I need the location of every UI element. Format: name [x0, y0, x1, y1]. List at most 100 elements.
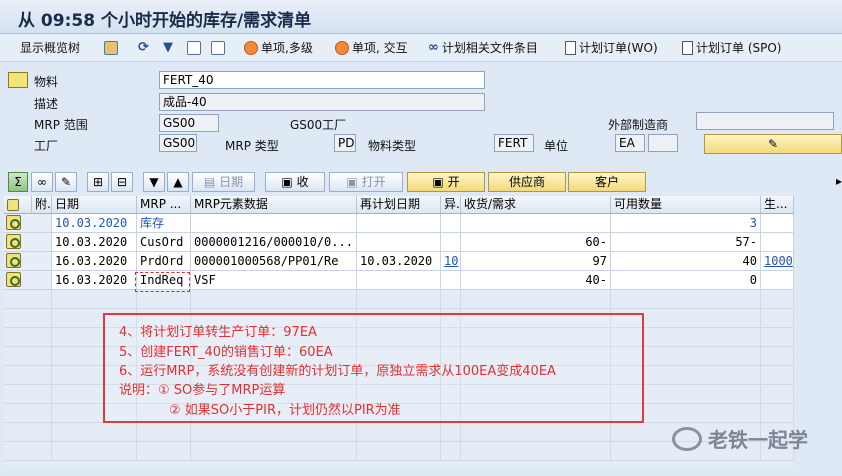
empty-grid-cell	[761, 404, 794, 423]
glasses-icon[interactable]: ∞	[31, 172, 53, 192]
order-icon: ▣	[432, 175, 448, 189]
mrp-element-data-cell: VSF	[191, 271, 357, 290]
empty-grid-cell	[4, 347, 52, 366]
exception-link[interactable]: 10	[441, 252, 461, 271]
column-header-mrp-element-data[interactable]: MRP元素数据	[191, 196, 357, 214]
mountain-icon[interactable]	[104, 39, 118, 57]
watermark: 老铁一起学	[672, 424, 808, 453]
row-detail-icon	[6, 253, 21, 268]
empty-grid-cell	[761, 309, 794, 328]
table-row[interactable]: 16.03.2020 PrdOrd 000001000568/PP01/Re 1…	[4, 252, 794, 271]
receipt-requirement-cell	[461, 214, 611, 233]
export-icon[interactable]	[211, 39, 225, 57]
show-overview-tree-button[interactable]: 显示概览树	[20, 39, 80, 57]
show-overview-tree-label: 显示概览树	[20, 41, 81, 55]
single-multi-button[interactable]: 单项,多级	[244, 39, 313, 57]
filter-icon[interactable]: ▼	[163, 39, 173, 57]
empty-grid-cell	[441, 423, 461, 442]
empty-grid-cell	[4, 442, 52, 461]
empty-grid-cell	[52, 423, 137, 442]
annotation-line-1: 4、将计划订单转生产订单：97EA	[119, 325, 317, 340]
customer-button[interactable]: 客户	[568, 172, 646, 192]
grid-toolbar: Σ ∞ ✎ ⊞ ⊟ ▼ ▲ ▤ 日期 ▣ 收 ▣ 打开 ▣ 开 供应商 客户	[0, 170, 842, 194]
planned-order-wo-button[interactable]: 计划订单(WO)	[565, 39, 658, 57]
planned-order-spo-label: 计划订单 (SPO)	[696, 41, 782, 55]
column-header-attach-text[interactable]: 附.	[32, 196, 52, 214]
column-header-exception[interactable]: 异.	[441, 196, 461, 214]
row-icon-cell[interactable]	[4, 233, 52, 252]
table-row[interactable]: 10.03.2020 CusOrd 0000001216/000010/0...…	[4, 233, 794, 252]
empty-grid-cell	[611, 290, 761, 309]
application-toolbar: 显示概览树 ⟳ ▼ 单项,多级 单项, 交互 ∞ 计划相关文件条目 计划订单(W…	[0, 34, 842, 62]
date-cell: 16.03.2020	[52, 252, 137, 271]
row-icon-cell[interactable]	[4, 252, 52, 271]
planned-order-spo-button[interactable]: 计划订单 (SPO)	[682, 39, 781, 57]
replan-date-cell	[357, 214, 441, 233]
collect-button[interactable]: ▣ 收	[265, 172, 325, 192]
empty-grid-cell	[761, 328, 794, 347]
column-header-attach[interactable]	[4, 196, 32, 214]
pencil-icon[interactable]: ✎	[55, 172, 77, 192]
receipt-requirement-cell: 97	[461, 252, 611, 271]
open-button[interactable]: ▣ 打开	[329, 172, 403, 192]
edit-pencil-button[interactable]: ✎	[704, 134, 842, 154]
refresh-icon[interactable]: ⟳	[138, 39, 149, 57]
empty-grid-cell	[461, 290, 611, 309]
replan-date-cell	[357, 271, 441, 290]
available-qty-cell: 57-	[611, 233, 761, 252]
arrow-up-icon[interactable]: ▲	[167, 172, 189, 192]
mrp-area-label: MRP 范围	[34, 118, 88, 132]
mrp-type-field: PD	[334, 134, 356, 152]
mrp-element-data-cell: 000001000568/PP01/Re	[191, 252, 357, 271]
empty-grid-cell	[4, 385, 52, 404]
planned-order-wo-label: 计划订单(WO)	[579, 41, 658, 55]
single-multi-label: 单项,多级	[261, 41, 313, 55]
plant-label: 工厂	[34, 139, 59, 153]
date-button[interactable]: ▤ 日期	[192, 172, 255, 192]
item-multi-icon	[244, 41, 258, 55]
table-row[interactable]: 16.03.2020 IndReq VSF 40- 0	[4, 271, 794, 290]
production-link[interactable]: 1000	[761, 252, 794, 271]
description-label: 描述	[34, 97, 59, 111]
material-type-field: FERT	[494, 134, 534, 152]
table-row[interactable]: 10.03.2020 库存 3	[4, 214, 794, 233]
receipt-requirement-cell: 60-	[461, 233, 611, 252]
material-field[interactable]: FERT_40	[159, 71, 485, 89]
calendar-icon: ▤	[203, 175, 220, 189]
empty-grid-cell	[191, 442, 357, 461]
column-header-mrp-element[interactable]: MRP ...	[137, 196, 191, 214]
exception-cell	[441, 214, 461, 233]
column-header-production[interactable]: 生...	[761, 196, 794, 214]
column-header-receipt-requirement[interactable]: 收货/需求	[461, 196, 611, 214]
collapse-icon[interactable]: ⊟	[111, 172, 133, 192]
selection-marker	[135, 272, 190, 292]
row-icon-cell[interactable]	[4, 214, 52, 233]
expand-icon[interactable]: ⊞	[87, 172, 109, 192]
arrow-down-icon[interactable]: ▼	[143, 172, 165, 192]
unit-field: EA	[615, 134, 645, 152]
open2-button-label: 开	[447, 175, 460, 189]
empty-grid-cell	[761, 385, 794, 404]
sum-icon[interactable]: Σ	[8, 172, 28, 192]
single-interactive-button[interactable]: 单项, 交互	[335, 39, 408, 57]
column-header-date[interactable]: 日期	[52, 196, 137, 214]
empty-grid-cell	[461, 423, 611, 442]
empty-grid-cell	[4, 328, 52, 347]
column-header-available-qty[interactable]: 可用数量	[611, 196, 761, 214]
material-object-icon[interactable]	[8, 72, 28, 88]
plan-related-files-button[interactable]: ∞ 计划相关文件条目	[428, 39, 538, 57]
material-type-label: 物料类型	[368, 139, 417, 153]
open-button-label: 打开	[361, 175, 386, 189]
find-icon[interactable]	[187, 39, 201, 57]
vendor-button[interactable]: 供应商	[488, 172, 566, 192]
open-icon: ▣	[346, 175, 362, 189]
column-header-replan-date[interactable]: 再计划日期	[357, 196, 441, 214]
available-qty-cell: 3	[611, 214, 761, 233]
empty-grid-cell	[4, 366, 52, 385]
replan-date-cell	[357, 233, 441, 252]
external-manufacturer-label: 外部制造商	[608, 118, 669, 132]
row-icon-cell[interactable]	[4, 271, 52, 290]
mrp-element-data-cell: 0000001216/000010/0...	[191, 233, 357, 252]
annotation-line-5: ② 如果SO小于PIR，计划仍然以PIR为准	[169, 403, 401, 418]
open2-button[interactable]: ▣ 开	[407, 172, 485, 192]
